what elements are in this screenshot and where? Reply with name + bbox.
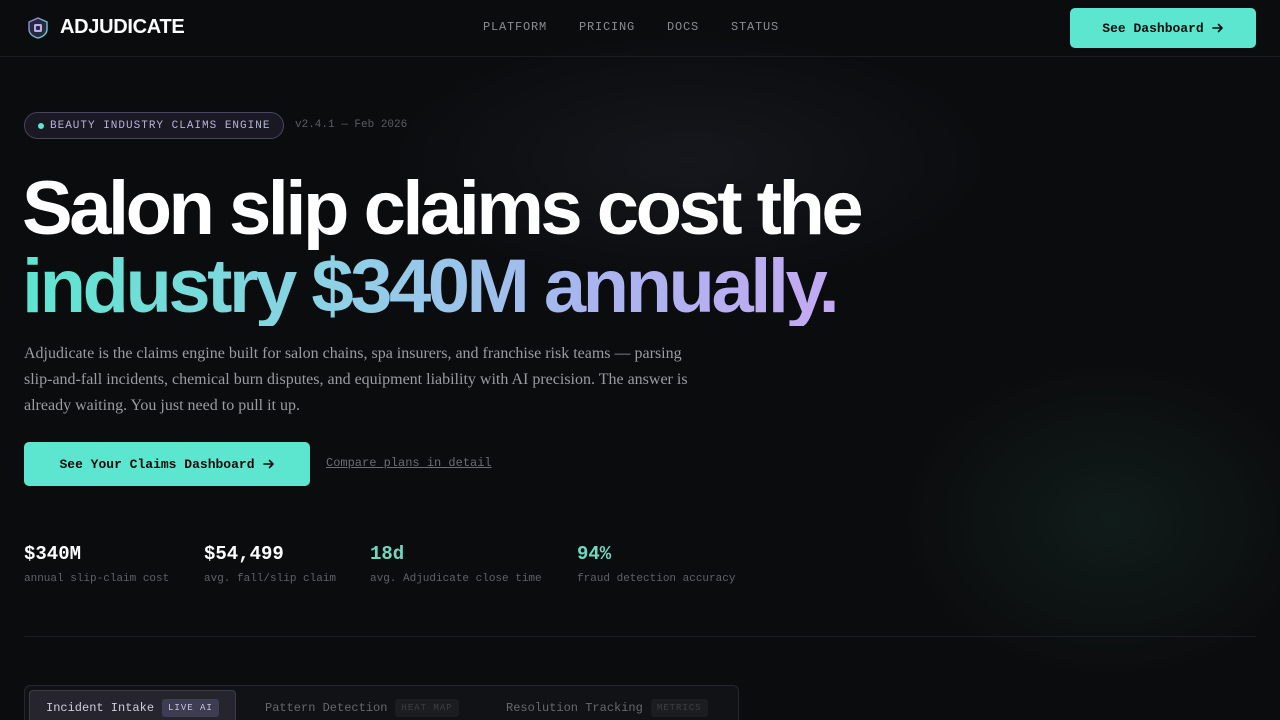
nav-link-platform[interactable]: PLATFORM — [483, 20, 547, 34]
see-dashboard-button[interactable]: See Dashboard — [1070, 8, 1256, 48]
tab-resolution-tracking[interactable]: Resolution Tracking METRICS — [490, 690, 724, 720]
nav-link-pricing[interactable]: PRICING — [579, 20, 635, 34]
claims-dashboard-label: See Your Claims Dashboard — [59, 456, 255, 472]
tab-pattern-detection[interactable]: Pattern Detection HEAT MAP — [249, 690, 475, 720]
hero-description: Adjudicate is the claims engine built fo… — [24, 345, 688, 414]
section-divider — [24, 636, 1256, 637]
headline-line-1: Salon slip claims cost the — [22, 166, 864, 251]
top-nav: ADJUDICATE PLATFORM PRICING DOCS STATUS … — [0, 0, 1280, 57]
status-dot-icon — [38, 122, 44, 129]
stat-close-time: 18d avg. Adjudicate close time — [370, 543, 542, 585]
brand[interactable]: ADJUDICATE — [27, 16, 185, 39]
arrow-right-icon — [262, 459, 274, 469]
tab-badge: LIVE AI — [162, 699, 219, 717]
stat-label: avg. Adjudicate close time — [370, 573, 542, 585]
nav-link-docs[interactable]: DOCS — [667, 20, 699, 34]
see-dashboard-label: See Dashboard — [1102, 20, 1204, 36]
tab-label: Resolution Tracking — [506, 701, 643, 715]
stat-value: $54,499 — [204, 543, 284, 565]
tab-label: Incident Intake — [46, 701, 155, 715]
stat-annual-cost: $340M annual slip-claim cost — [24, 543, 169, 585]
feature-tabs: Incident Intake LIVE AI Pattern Detectio… — [24, 685, 739, 720]
compare-plans-link[interactable]: Compare plans in detail — [326, 456, 492, 470]
brand-shield-icon — [28, 16, 48, 39]
nav-links: PLATFORM PRICING DOCS STATUS — [483, 20, 811, 34]
nav-link-status[interactable]: STATUS — [731, 20, 779, 34]
background-glow-right — [900, 360, 1280, 680]
stat-value: $340M — [24, 543, 82, 565]
tab-label: Pattern Detection — [265, 701, 388, 715]
badge-label: BEAUTY INDUSTRY CLAIMS ENGINE — [50, 119, 271, 132]
claims-dashboard-button[interactable]: See Your Claims Dashboard — [24, 442, 310, 486]
stat-label: avg. fall/slip claim — [204, 573, 337, 585]
hero-headline: Salon slip claims cost the industry $340… — [22, 166, 864, 329]
product-badge: BEAUTY INDUSTRY CLAIMS ENGINE — [24, 112, 285, 139]
stat-avg-claim: $54,499 avg. fall/slip claim — [204, 543, 336, 585]
brand-name: ADJUDICATE — [60, 16, 185, 38]
tab-incident-intake[interactable]: Incident Intake LIVE AI — [29, 690, 236, 720]
tab-badge: METRICS — [650, 699, 708, 717]
tab-badge: HEAT MAP — [395, 699, 459, 717]
stat-fraud-accuracy: 94% fraud detection accuracy — [577, 543, 735, 585]
version-label: v2.4.1 — Feb 2026 — [295, 119, 408, 131]
stat-value: 18d — [370, 543, 405, 565]
stat-label: fraud detection accuracy — [577, 573, 736, 585]
headline-line-2: industry $340M annually. — [22, 244, 840, 329]
stat-value: 94% — [577, 543, 612, 565]
stat-label: annual slip-claim cost — [24, 573, 170, 585]
arrow-right-icon — [1211, 23, 1223, 33]
